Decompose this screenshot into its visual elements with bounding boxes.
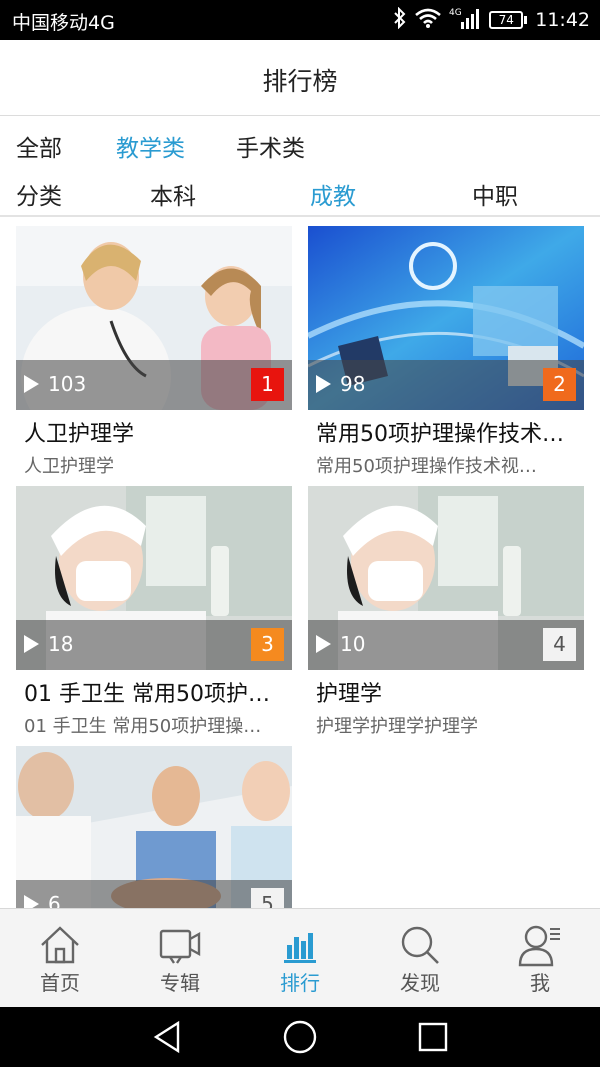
thumbnail-overlay: 18 3 — [16, 620, 292, 670]
course-card[interactable]: 18 3 01 手卫生 常用50项护… 01 手卫生 常用50项护理操… — [16, 486, 292, 741]
signal-icon: 4G — [449, 6, 481, 35]
play-count: 10 — [340, 632, 366, 656]
play-count: 98 — [340, 372, 366, 396]
course-thumbnail: 98 2 — [308, 226, 584, 410]
tab-label: 我 — [530, 971, 550, 995]
filter-row-category: 分类 本科 成教 中职 — [0, 169, 600, 215]
tab-me[interactable]: 我 — [480, 909, 600, 1008]
carrier-label: 中国移动4G — [12, 12, 115, 34]
filter-surgery[interactable]: 手术类 — [236, 129, 305, 163]
play-count: 6 — [48, 892, 61, 908]
bluetooth-icon — [393, 6, 407, 34]
tab-home[interactable]: 首页 — [0, 909, 120, 1008]
video-album-icon — [158, 923, 202, 967]
filter-panel: 全部 教学类 手术类 分类 本科 成教 中职 — [0, 117, 600, 217]
course-thumbnail: 10 4 — [308, 486, 584, 670]
rank-badge: 5 — [251, 888, 284, 908]
tab-label: 首页 — [40, 971, 80, 995]
course-title: 护理学 — [316, 682, 383, 707]
rank-badge: 3 — [251, 628, 284, 661]
rank-badge: 4 — [543, 628, 576, 661]
tab-label: 排行 — [280, 971, 320, 995]
filter-teaching[interactable]: 教学类 — [116, 129, 185, 163]
filter-adult-education[interactable]: 成教 — [310, 177, 356, 211]
rank-badge: 2 — [543, 368, 576, 401]
home-button-icon[interactable] — [280, 1017, 320, 1057]
thumbnail-overlay: 6 5 — [16, 880, 292, 908]
filter-row-type: 全部 教学类 手术类 — [0, 121, 600, 167]
back-icon[interactable] — [148, 1017, 188, 1057]
page-header: 排行榜 — [0, 40, 600, 116]
course-card[interactable]: 98 2 常用50项护理操作技术… 常用50项护理操作技术视… — [308, 226, 584, 481]
status-icons: 4G 74 11:42 — [393, 6, 590, 34]
recent-apps-icon[interactable] — [413, 1017, 453, 1057]
play-icon — [24, 375, 39, 393]
course-title: 常用50项护理操作技术… — [316, 422, 564, 447]
tab-ranking[interactable]: 排行 — [240, 909, 360, 1008]
network-type-label: 4G — [449, 8, 462, 18]
filter-category-label: 分类 — [16, 184, 62, 210]
ranking-bars-icon — [278, 923, 322, 967]
filter-all[interactable]: 全部 — [16, 129, 62, 163]
rank-badge: 1 — [251, 368, 284, 401]
course-subtitle: 01 手卫生 常用50项护理操… — [24, 716, 262, 737]
course-title: 人卫护理学 — [24, 422, 135, 447]
system-nav-bar — [0, 1007, 600, 1067]
filter-vocational[interactable]: 中职 — [472, 177, 518, 211]
course-card[interactable]: 10 4 护理学 护理学护理学护理学 — [308, 486, 584, 741]
course-subtitle: 常用50项护理操作技术视… — [316, 456, 537, 477]
battery-level: 74 — [489, 11, 524, 29]
thumbnail-overlay: 10 4 — [308, 620, 584, 670]
course-thumbnail: 103 1 — [16, 226, 292, 410]
thumbnail-overlay: 98 2 — [308, 360, 584, 410]
play-icon — [24, 635, 39, 653]
course-card[interactable]: 6 5 — [16, 746, 292, 908]
wifi-icon — [415, 8, 442, 33]
play-icon — [316, 375, 331, 393]
course-grid: 103 1 人卫护理学 人卫护理学 98 2 常用50项护理操作技术… 常用50… — [0, 226, 600, 908]
tab-label: 发现 — [400, 971, 440, 995]
course-title: 01 手卫生 常用50项护… — [24, 682, 270, 707]
play-icon — [316, 635, 331, 653]
play-count: 18 — [48, 632, 74, 656]
course-thumbnail: 6 5 — [16, 746, 292, 908]
tab-album[interactable]: 专辑 — [120, 909, 240, 1008]
play-count: 103 — [48, 372, 87, 396]
page-title: 排行榜 — [262, 67, 338, 96]
filter-undergraduate[interactable]: 本科 — [150, 177, 196, 211]
course-subtitle: 护理学护理学护理学 — [316, 716, 478, 737]
course-card[interactable]: 103 1 人卫护理学 人卫护理学 — [16, 226, 292, 481]
bottom-tab-bar: 首页 专辑 排行 发现 我 — [0, 908, 600, 1007]
course-subtitle: 人卫护理学 — [24, 456, 114, 477]
battery-icon: 74 — [489, 11, 528, 29]
course-thumbnail: 18 3 — [16, 486, 292, 670]
search-icon — [398, 923, 442, 967]
tab-label: 专辑 — [160, 971, 200, 995]
status-bar: 中国移动4G 4G 74 11:42 — [0, 0, 600, 40]
clock: 11:42 — [535, 9, 590, 31]
play-icon — [24, 895, 39, 908]
tab-discover[interactable]: 发现 — [360, 909, 480, 1008]
thumbnail-overlay: 103 1 — [16, 360, 292, 410]
home-icon — [38, 923, 82, 967]
user-icon — [518, 923, 562, 967]
